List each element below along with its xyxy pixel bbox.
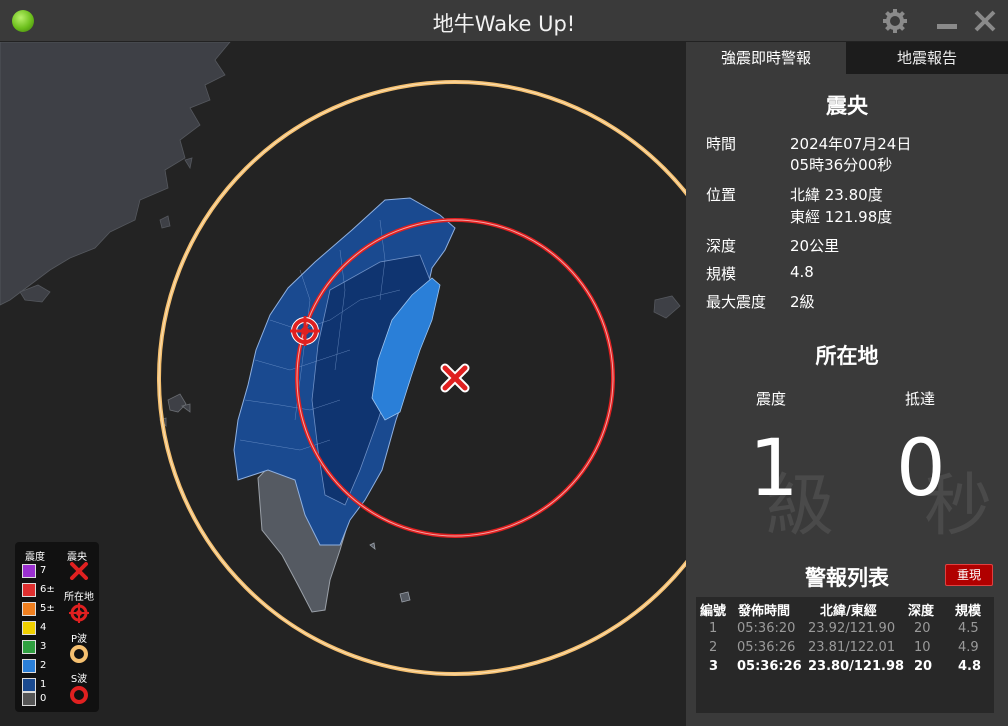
- col-header: 深度: [908, 604, 935, 619]
- legend-level-label: 1: [40, 679, 47, 690]
- epicenter-date: 2024年07月24日: [790, 135, 912, 153]
- cell-time: 05:36:26: [737, 659, 802, 674]
- cell-no: 1: [709, 621, 718, 636]
- info-panel: 強震即時警報 地震報告 震央 時間 2024年07月24日 05時36分00秒 …: [686, 42, 1008, 726]
- cell-time: 05:36:26: [737, 640, 796, 655]
- max-intensity-value: 2級: [790, 293, 815, 311]
- time-label: 時間: [706, 135, 737, 153]
- legend-swatch: [22, 564, 36, 578]
- gear-icon[interactable]: [882, 8, 908, 34]
- legend-swatch: [22, 583, 36, 597]
- epicenter-depth: 20公里: [790, 237, 840, 255]
- arrival-label: 抵達: [904, 390, 935, 408]
- legend-location-label: 所在地: [64, 592, 94, 603]
- alert-table: 編號 發佈時間 北緯/東經 深度 規模 1 05:36:20 23.92/121…: [696, 597, 994, 713]
- legend-swatch: [22, 692, 36, 706]
- cell-no: 2: [709, 640, 718, 655]
- col-header: 規模: [955, 604, 982, 619]
- cell-time: 05:36:20: [737, 621, 796, 636]
- legend-p-wave-icon: [70, 645, 88, 663]
- epicenter-heading: 震央: [826, 94, 868, 118]
- mainland-coast: [0, 42, 231, 306]
- minimize-icon[interactable]: [934, 8, 960, 34]
- legend-level-5: 5±: [22, 602, 62, 618]
- east-islets: [369, 542, 411, 603]
- p-wave-circle: [157, 80, 686, 676]
- cell-depth: 10: [914, 640, 931, 655]
- max-intensity-label: 最大震度: [706, 293, 767, 311]
- legend-level-label: 5±: [40, 603, 55, 614]
- penghu-islands: [159, 393, 191, 427]
- cell-coords: 23.81/122.01: [808, 640, 896, 655]
- legend-level-label: 0: [40, 693, 47, 704]
- legend-level-6: 6±: [22, 583, 62, 599]
- legend-level-label: 6±: [40, 584, 55, 595]
- cell-mag: 4.8: [958, 659, 982, 674]
- legend-level-label: 7: [40, 565, 47, 576]
- cell-no: 3: [709, 659, 719, 674]
- window-title: 地牛Wake Up!: [432, 12, 576, 36]
- legend-swatch: [22, 621, 36, 635]
- col-header: 發佈時間: [738, 604, 791, 619]
- legend-level-label: 4: [40, 622, 47, 633]
- map-canvas: [0, 42, 686, 676]
- legend-epicenter-icon: [70, 562, 88, 580]
- legend-level-4: 4: [22, 621, 62, 637]
- legend-swatch: [22, 678, 36, 692]
- local-intensity-value: 1: [749, 424, 799, 514]
- epicenter-time: 05時36分00秒: [790, 156, 893, 174]
- replay-button[interactable]: 重現: [945, 564, 993, 586]
- col-header: 編號: [700, 604, 727, 619]
- epicenter-longitude: 東經 121.98度: [790, 208, 893, 226]
- title-bar: 地牛Wake Up!: [0, 0, 1008, 42]
- arrival-seconds-value: 0: [896, 424, 946, 514]
- legend-intensity-heading: 震度: [25, 552, 45, 563]
- cell-coords: 23.80/121.98: [808, 659, 905, 674]
- epicenter-marker-icon: [440, 363, 470, 393]
- tab-earthquake-report[interactable]: 地震報告: [846, 42, 1008, 74]
- earthquake-map[interactable]: 震度 震央 7 6± 5± 4 3 2 1 0 所在地 P波 S波: [0, 42, 686, 726]
- magnitude-label: 規模: [706, 265, 737, 283]
- tab-bar: 強震即時警報 地震報告: [686, 42, 1008, 74]
- local-intensity-label: 震度: [755, 390, 786, 408]
- legend-p-wave-label: P波: [70, 634, 88, 645]
- epicenter-latitude: 北緯 23.80度: [790, 186, 883, 204]
- tab-realtime-alert[interactable]: 強震即時警報: [686, 42, 846, 74]
- map-legend: 震度 震央 7 6± 5± 4 3 2 1 0 所在地 P波 S波: [15, 542, 99, 712]
- cell-mag: 4.5: [958, 621, 979, 636]
- legend-level-7: 7: [22, 564, 62, 580]
- legend-epicenter-heading: 震央: [67, 552, 87, 563]
- legend-s-wave-icon: [70, 686, 88, 704]
- depth-label: 深度: [706, 237, 737, 255]
- cell-depth: 20: [914, 621, 931, 636]
- legend-level-3: 3: [22, 640, 62, 656]
- close-icon[interactable]: [972, 8, 998, 34]
- location-heading: 所在地: [815, 344, 879, 368]
- legend-s-wave-label: S波: [70, 674, 88, 685]
- cell-coords: 23.92/121.90: [808, 621, 896, 636]
- legend-level-0: 0: [22, 692, 62, 708]
- position-label: 位置: [706, 186, 737, 204]
- legend-swatch: [22, 640, 36, 654]
- legend-swatch: [22, 602, 36, 616]
- legend-swatch: [22, 659, 36, 673]
- legend-level-label: 2: [40, 660, 47, 671]
- legend-location-icon: [69, 603, 89, 623]
- cell-mag: 4.9: [958, 640, 979, 655]
- legend-level-2: 2: [22, 659, 62, 675]
- cell-depth: 20: [914, 659, 933, 674]
- legend-level-label: 3: [40, 641, 47, 652]
- epicenter-magnitude: 4.8: [790, 263, 814, 281]
- col-header: 北緯/東經: [820, 604, 877, 619]
